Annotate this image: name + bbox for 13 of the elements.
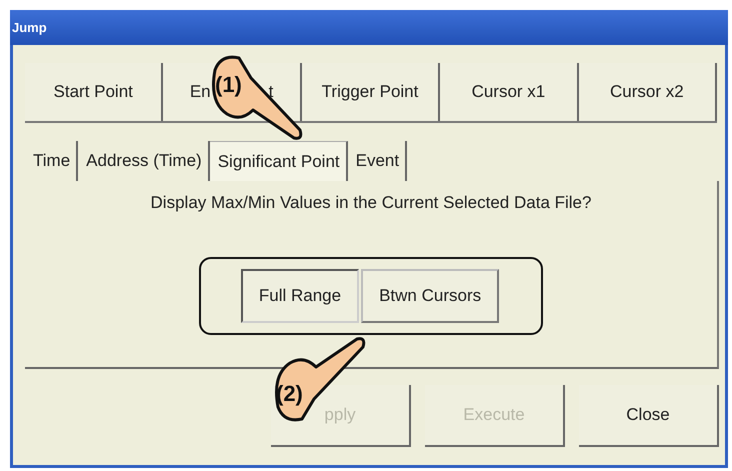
jump-button[interactable]: Cursor x2 (578, 63, 718, 121)
prompt-text: Display Max/Min Values in the Current Selected Data File? (150, 193, 592, 213)
range-button[interactable]: Full Range (240, 269, 360, 323)
action-button[interactable]: Close (579, 385, 719, 447)
jump-button[interactable]: Start Point (25, 63, 164, 121)
range-button[interactable]: Btwn Cursors (361, 269, 500, 323)
jump-button[interactable]: Cursor x1 (440, 63, 579, 121)
tab[interactable]: Time (25, 141, 78, 181)
tab[interactable]: Significant Point (210, 141, 348, 181)
callout-number: (1) (215, 72, 242, 98)
window-title: Jump (12, 20, 47, 35)
tab[interactable]: Event (348, 141, 408, 181)
jump-button[interactable]: Trigger Point (302, 63, 440, 121)
